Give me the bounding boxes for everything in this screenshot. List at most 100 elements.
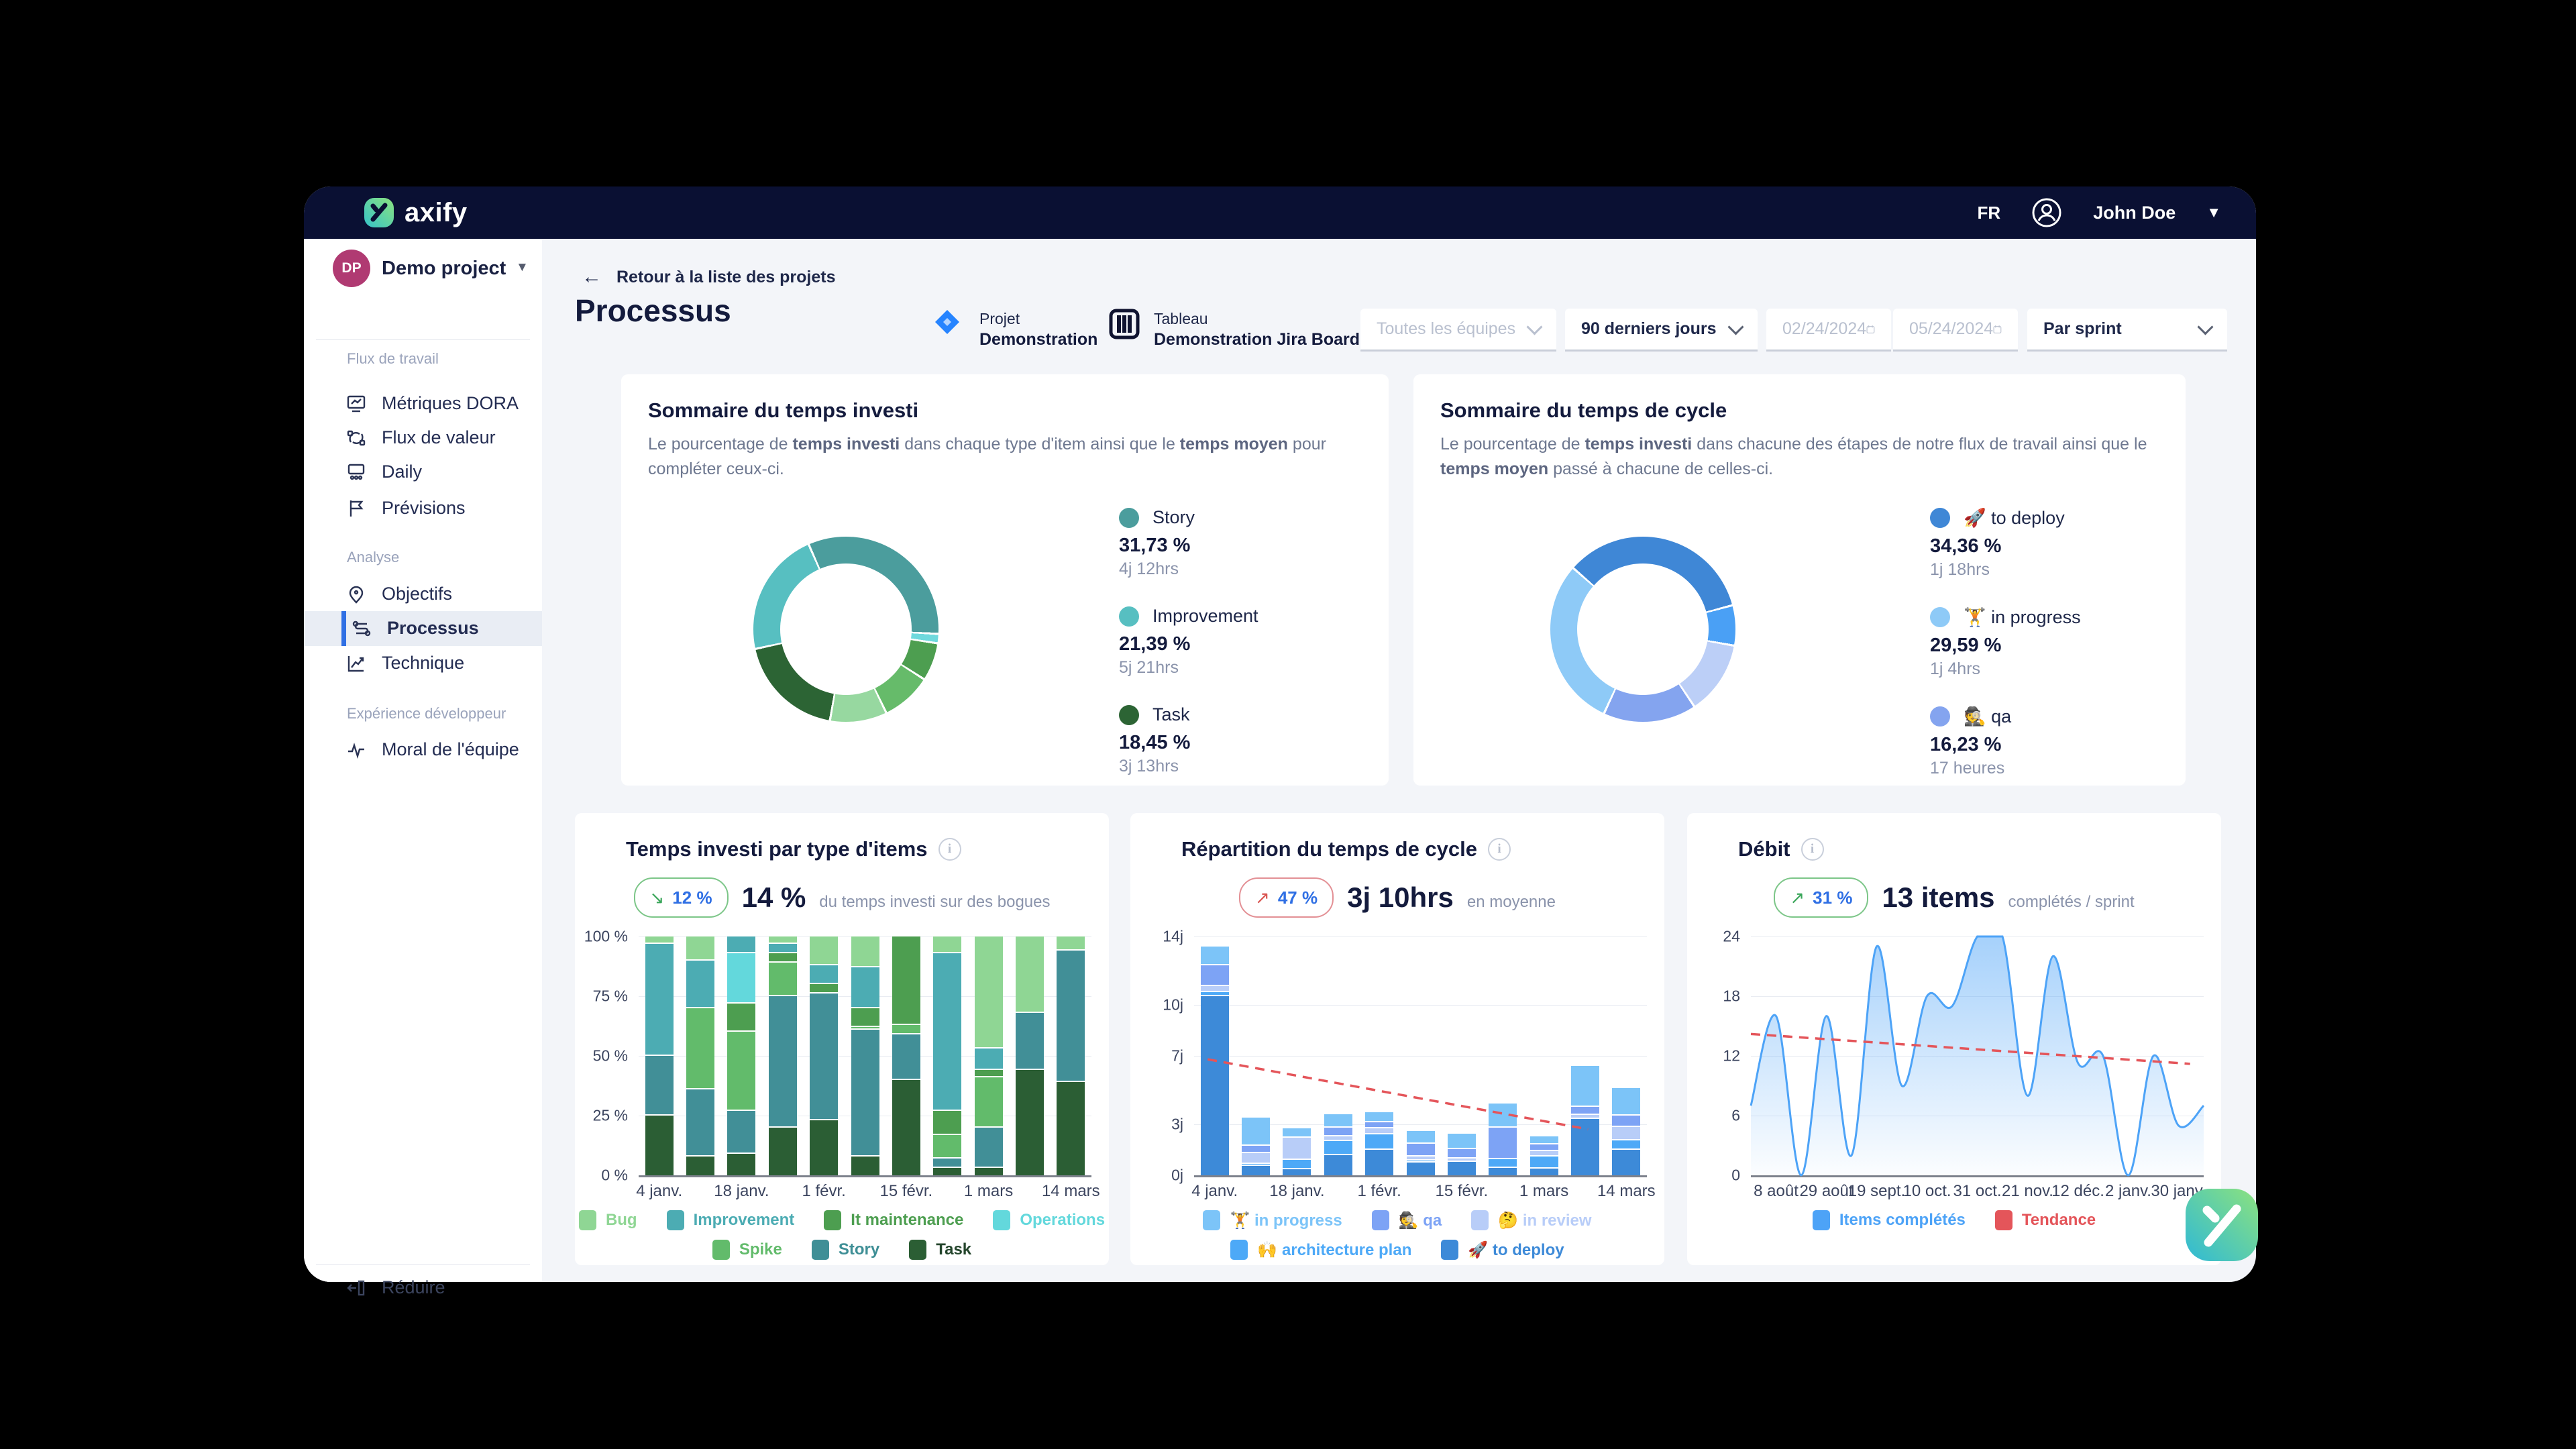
user-avatar-icon[interactable]: [2031, 197, 2062, 228]
bar-segment[interactable]: [727, 1154, 755, 1175]
bar-segment[interactable]: [769, 1128, 797, 1175]
period-filter-select[interactable]: 90 derniers jours: [1565, 309, 1758, 352]
bar-column[interactable]: [769, 936, 797, 1175]
sidebar-item-previsions[interactable]: Prévisions: [304, 491, 542, 526]
info-icon[interactable]: i: [938, 838, 961, 861]
bar-segment[interactable]: [975, 1049, 1003, 1070]
user-name[interactable]: John Doe: [2093, 203, 2176, 223]
legend-item[interactable]: Spike: [712, 1240, 782, 1260]
bar-segment[interactable]: [645, 936, 674, 944]
project-switcher[interactable]: DP Demo project ▼: [304, 248, 542, 288]
project-caret-icon[interactable]: ▼: [516, 260, 529, 275]
legend-item-improvement[interactable]: Improvement 21,39 % 5j 21hrs: [1119, 606, 1258, 678]
bar-segment[interactable]: [645, 1116, 674, 1175]
bar-segment[interactable]: [727, 936, 755, 953]
legend-item[interactable]: Tendance: [1995, 1210, 2096, 1230]
bar-segment[interactable]: [892, 1034, 920, 1080]
language-switcher[interactable]: FR: [1978, 203, 2001, 223]
bar-segment[interactable]: [933, 1135, 961, 1159]
axify-floating-logo[interactable]: [2186, 1189, 2258, 1261]
bar-segment[interactable]: [810, 994, 838, 1120]
legend-item[interactable]: 🕵️ qa: [1372, 1210, 1442, 1230]
bar-column[interactable]: [727, 936, 755, 1175]
bar-segment[interactable]: [851, 1008, 879, 1027]
legend-item[interactable]: It maintenance: [824, 1210, 963, 1230]
bar-segment[interactable]: [975, 1077, 1003, 1128]
sidebar-item-objectifs[interactable]: Objectifs: [304, 577, 542, 612]
bar-segment[interactable]: [810, 1120, 838, 1175]
bar-segment[interactable]: [1016, 1013, 1044, 1070]
cycle-time-chart[interactable]: 14j10j7j3j0j4 janv.18 janv.1 févr.15 fév…: [1194, 936, 1647, 1177]
legend-item[interactable]: 🙌 architecture plan: [1230, 1240, 1411, 1260]
bar-segment[interactable]: [686, 1008, 714, 1089]
bar-column[interactable]: [851, 936, 879, 1175]
bar-segment[interactable]: [851, 936, 879, 967]
bar-column[interactable]: [1016, 936, 1044, 1175]
bar-segment[interactable]: [769, 996, 797, 1128]
bar-column[interactable]: [1057, 936, 1085, 1175]
legend-item[interactable]: 🤔 in review: [1471, 1210, 1591, 1230]
legend-item[interactable]: Story: [812, 1240, 879, 1260]
sidebar-item-moral-equipe[interactable]: Moral de l'équipe: [304, 733, 542, 767]
info-icon[interactable]: i: [1801, 838, 1824, 861]
date-from-input[interactable]: 02/24/2024: [1766, 309, 1891, 352]
bar-segment[interactable]: [851, 1030, 879, 1157]
bar-segment[interactable]: [645, 1056, 674, 1116]
bar-segment[interactable]: [686, 936, 714, 961]
user-menu-caret-icon[interactable]: ▼: [2206, 204, 2221, 221]
bar-segment[interactable]: [769, 944, 797, 953]
bar-segment[interactable]: [727, 953, 755, 1004]
bar-segment[interactable]: [933, 1111, 961, 1135]
back-to-projects-link[interactable]: ← Retour à la liste des projets: [582, 266, 836, 288]
bar-segment[interactable]: [975, 1070, 1003, 1077]
legend-item[interactable]: Improvement: [667, 1210, 795, 1230]
bar-segment[interactable]: [892, 1080, 920, 1175]
bar-segment[interactable]: [933, 1159, 961, 1168]
bar-segment[interactable]: [851, 1157, 879, 1175]
invested-donut-chart[interactable]: [753, 537, 938, 722]
bar-segment[interactable]: [892, 1025, 920, 1034]
bar-segment[interactable]: [933, 936, 961, 953]
info-icon[interactable]: i: [1488, 838, 1511, 861]
bar-segment[interactable]: [810, 936, 838, 965]
throughput-chart[interactable]: 241812608 août29 août19 sept.10 oct.31 o…: [1751, 936, 2204, 1177]
bar-segment[interactable]: [645, 944, 674, 1056]
legend-item-in-progress[interactable]: 🏋️ in progress 29,59 % 1j 4hrs: [1930, 606, 2081, 679]
bar-segment[interactable]: [769, 953, 797, 963]
bar-segment[interactable]: [892, 936, 920, 1025]
legend-item-qa[interactable]: 🕵️ qa 16,23 % 17 heures: [1930, 706, 2081, 778]
bar-segment[interactable]: [1057, 951, 1085, 1082]
groupby-filter-select[interactable]: Par sprint: [2027, 309, 2227, 352]
legend-item[interactable]: Items complétés: [1813, 1210, 1966, 1230]
bar-segment[interactable]: [1016, 936, 1044, 1013]
sidebar-item-metriques-dora[interactable]: Métriques DORA: [304, 386, 542, 421]
legend-item-to-deploy[interactable]: 🚀 to deploy 34,36 % 1j 18hrs: [1930, 507, 2081, 580]
cycle-donut-chart[interactable]: [1550, 537, 1735, 722]
bar-segment[interactable]: [727, 1032, 755, 1110]
bar-segment[interactable]: [727, 1111, 755, 1154]
bar-segment[interactable]: [1057, 1082, 1085, 1175]
collapse-sidebar-button[interactable]: Réduire: [304, 1271, 542, 1305]
legend-item[interactable]: Task: [909, 1240, 971, 1260]
bar-column[interactable]: [975, 936, 1003, 1175]
bar-column[interactable]: [933, 936, 961, 1175]
legend-item[interactable]: 🏋️ in progress: [1203, 1210, 1342, 1230]
sidebar-item-daily[interactable]: Daily: [304, 455, 542, 490]
sidebar-item-technique[interactable]: Technique: [304, 646, 542, 681]
bar-segment[interactable]: [1057, 936, 1085, 951]
bar-segment[interactable]: [727, 1004, 755, 1032]
legend-item[interactable]: 🚀 to deploy: [1441, 1240, 1564, 1260]
legend-item-task[interactable]: Task 18,45 % 3j 13hrs: [1119, 704, 1258, 776]
legend-item[interactable]: Bug: [579, 1210, 637, 1230]
invested-by-type-chart[interactable]: 100 %75 %50 %25 %0 %4 janv.18 janv.1 fév…: [639, 936, 1091, 1177]
legend-item-story[interactable]: Story 31,73 % 4j 12hrs: [1119, 507, 1258, 579]
teams-filter-select[interactable]: Toutes les équipes: [1360, 309, 1556, 352]
bar-segment[interactable]: [686, 1089, 714, 1157]
axify-logo[interactable]: axify: [363, 197, 468, 229]
bar-segment[interactable]: [769, 963, 797, 996]
bar-segment[interactable]: [975, 936, 1003, 1049]
bar-column[interactable]: [892, 936, 920, 1175]
bar-segment[interactable]: [810, 965, 838, 984]
bar-segment[interactable]: [810, 984, 838, 994]
bar-column[interactable]: [810, 936, 838, 1175]
